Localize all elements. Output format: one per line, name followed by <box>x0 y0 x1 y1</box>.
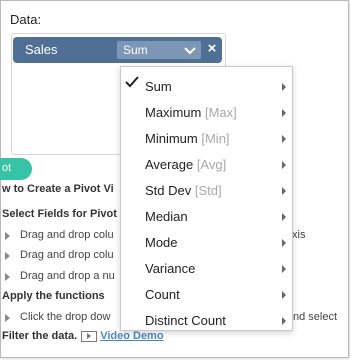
step1-right-fragment: xis <box>292 229 306 241</box>
menu-item-abbrev: [Max] <box>204 105 237 120</box>
checkmark-icon <box>125 76 139 88</box>
close-icon[interactable]: × <box>205 40 219 58</box>
menu-item-label: Maximum [Max] <box>145 105 237 120</box>
menu-item-label: Average [Avg] <box>145 157 226 172</box>
chevron-right-icon <box>282 135 286 143</box>
step2-item: Click the drop dow <box>20 311 111 323</box>
menu-item-distinct-count[interactable]: Distinct Count <box>121 307 292 333</box>
chevron-right-icon <box>282 213 286 221</box>
data-section-title: Data: <box>10 12 42 27</box>
menu-item-median[interactable]: Median <box>121 203 292 229</box>
chevron-right-icon <box>282 161 286 169</box>
menu-item-name: Count <box>145 287 180 302</box>
menu-item-name: Variance <box>145 261 196 276</box>
play-icon[interactable] <box>81 330 98 342</box>
menu-item-label: Median <box>145 209 188 224</box>
menu-item-std-dev[interactable]: Std Dev [Std] <box>121 177 292 203</box>
step1-item: Drag and drop colu <box>20 249 114 261</box>
data-field-pill[interactable]: Sales Sum × <box>13 37 222 63</box>
menu-item-abbrev: [Avg] <box>196 157 227 172</box>
menu-item-abbrev: [Min] <box>201 131 230 146</box>
menu-item-label: Minimum [Min] <box>145 131 230 146</box>
menu-item-label: Std Dev [Std] <box>145 183 222 198</box>
chevron-right-icon <box>282 265 286 273</box>
menu-item-average[interactable]: Average [Avg] <box>121 151 292 177</box>
menu-item-name: Maximum <box>145 105 202 120</box>
filter-text: Filter the data. <box>2 330 78 342</box>
menu-item-label: Count <box>145 287 180 302</box>
menu-item-name: Mode <box>145 235 178 250</box>
menu-item-name: Average <box>145 157 194 172</box>
aggregation-dropdown[interactable]: Sum <box>117 41 201 59</box>
menu-item-label: Variance <box>145 261 195 276</box>
pivot-button[interactable]: ot <box>0 158 32 180</box>
triangle-right-icon <box>5 232 10 240</box>
chevron-right-icon <box>282 109 286 117</box>
triangle-right-icon <box>5 314 10 322</box>
chevron-right-icon <box>282 239 286 247</box>
step2-right-fragment: nd select <box>293 311 338 323</box>
menu-item-name: Sum <box>145 79 172 94</box>
menu-item-name: Median <box>145 209 188 224</box>
menu-item-label: Mode <box>145 235 178 250</box>
menu-item-sum[interactable]: Sum <box>121 73 292 99</box>
data-field-label: Sales <box>25 42 58 57</box>
step1-item: Drag and drop colu <box>20 229 114 241</box>
aggregation-selected-value: Sum <box>123 43 148 57</box>
chevron-right-icon <box>282 83 286 91</box>
menu-item-mode[interactable]: Mode <box>121 229 292 255</box>
step2-title: Apply the functions <box>2 290 105 302</box>
chevron-down-icon <box>184 47 196 55</box>
menu-item-abbrev: [Std] <box>194 183 222 198</box>
step1-title: Select Fields for Pivot <box>2 208 117 220</box>
menu-item-variance[interactable]: Variance <box>121 255 292 281</box>
menu-item-minimum[interactable]: Minimum [Min] <box>121 125 292 151</box>
chevron-right-icon <box>282 187 286 195</box>
menu-item-label: Sum <box>145 79 172 94</box>
pivot-button-label: ot <box>2 162 12 174</box>
menu-item-name: Minimum <box>145 131 198 146</box>
help-heading: w to Create a Pivot Vi <box>2 183 114 195</box>
menu-item-name: Distinct Count <box>145 313 226 328</box>
menu-item-count[interactable]: Count <box>121 281 292 307</box>
menu-item-maximum[interactable]: Maximum [Max] <box>121 99 292 125</box>
menu-item-label: Distinct Count <box>145 313 226 328</box>
chevron-right-icon <box>282 291 286 299</box>
aggregation-menu: Sum Maximum [Max] Minimum [Min] Average [Av… <box>120 66 293 331</box>
step1-item: Drag and drop a nu <box>20 270 115 282</box>
triangle-right-icon <box>5 273 10 281</box>
chevron-right-icon <box>282 317 286 325</box>
triangle-right-icon <box>5 252 10 260</box>
menu-item-name: Std Dev <box>145 183 192 198</box>
